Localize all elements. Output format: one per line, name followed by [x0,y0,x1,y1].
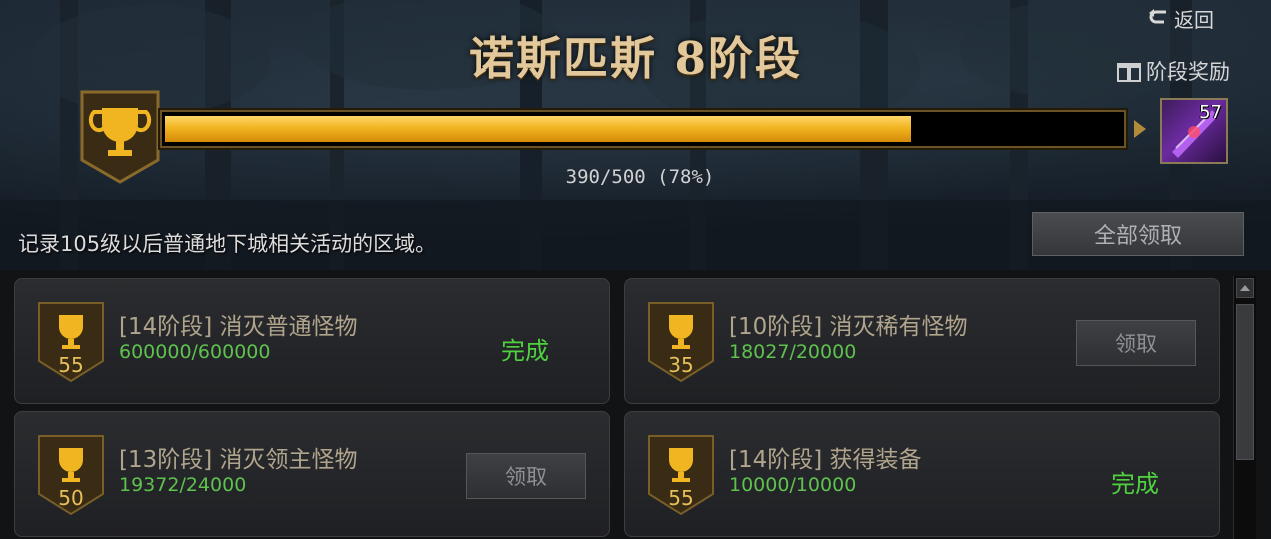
stage-progress-fill [165,116,911,142]
quest-badge-value: 55 [58,353,84,377]
quest-claim-button[interactable]: 领取 [1076,320,1196,366]
quest-name: [14阶段] 消灭普通怪物 [119,314,358,340]
quest-progress: 19372/24000 [119,474,247,496]
quest-badge-value: 55 [668,486,694,510]
quest-badge-value: 50 [58,486,84,510]
quest-complete-label: 完成 [1111,470,1159,498]
quest-list: 55 [14阶段] 消灭普通怪物 600000/600000 完成 35 [10… [0,270,1271,539]
quest-card: 55 [14阶段] 消灭普通怪物 600000/600000 完成 [14,278,610,404]
quest-claim-button[interactable]: 领取 [466,453,586,499]
quest-progress: 10000/10000 [729,474,857,496]
scroll-up-button[interactable] [1236,278,1254,298]
quest-name: [13阶段] 消灭领主怪物 [119,447,358,473]
region-description: 记录105级以后普通地下城相关活动的区域。 [18,232,437,256]
progress-text: 390/500 (78%) [565,166,715,188]
scroll-thumb[interactable] [1236,304,1254,460]
gift-icon [1117,63,1141,82]
stage-reward-button[interactable]: 阶段奖励 [1116,56,1256,86]
quest-card: 35 [10阶段] 消灭稀有怪物 18027/20000 领取 [624,278,1220,404]
quest-progress: 600000/600000 [119,341,271,363]
arrow-right-icon [1134,120,1146,138]
claim-all-button[interactable]: 全部领取 [1032,212,1244,256]
page-title: 诺斯匹斯 8阶段 [469,32,802,85]
quest-card: 55 [14阶段] 获得装备 10000/10000 完成 [624,411,1220,537]
reward-item-count: 57 [1199,102,1222,123]
quest-progress: 18027/20000 [729,341,857,363]
quest-card: 50 [13阶段] 消灭领主怪物 19372/24000 领取 [14,411,610,537]
stage-progress-bar [160,110,1126,148]
quest-name: [14阶段] 获得装备 [729,447,922,473]
quest-name: [10阶段] 消灭稀有怪物 [729,314,968,340]
reward-item-slot[interactable]: 57 [1160,98,1228,164]
quest-badge-value: 35 [668,353,694,377]
stage-reward-label: 阶段奖励 [1146,60,1230,84]
quest-complete-label: 完成 [501,337,549,365]
quest-list-scrollbar[interactable] [1233,276,1256,539]
